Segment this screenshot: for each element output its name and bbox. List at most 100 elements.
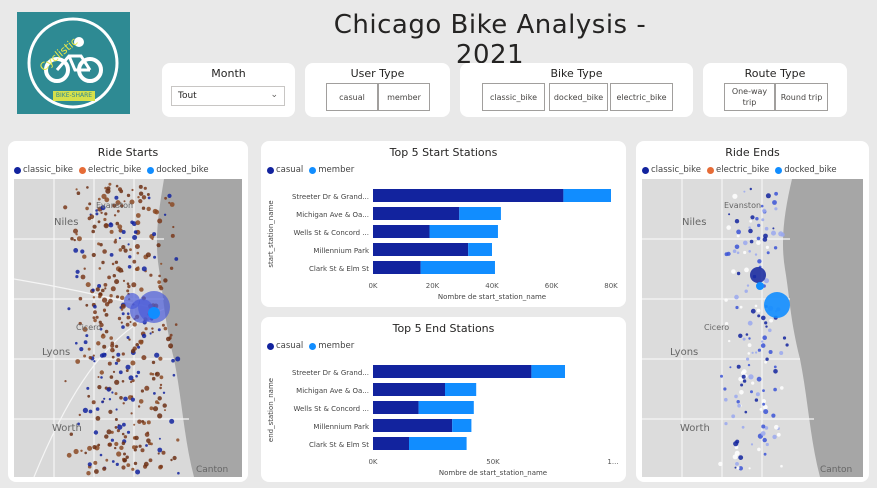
map-point [116, 451, 122, 457]
map-point [125, 369, 129, 372]
user-type-casual-chip[interactable]: casual [326, 83, 378, 111]
bar-casual[interactable] [373, 207, 460, 220]
x-tick-label: 20K [426, 282, 440, 290]
map-point [97, 376, 100, 378]
bar-casual[interactable] [373, 419, 453, 432]
map-point [114, 392, 118, 396]
map-point [104, 287, 107, 290]
bar-casual[interactable] [373, 437, 409, 450]
map-point [765, 245, 769, 249]
map-point [779, 351, 784, 355]
map-point [169, 418, 175, 424]
map-point [73, 248, 79, 253]
map-point [771, 230, 776, 236]
map-point [745, 333, 749, 336]
map-point [772, 200, 777, 205]
map-point [109, 222, 112, 225]
bar-casual[interactable] [373, 189, 564, 202]
user-type-member-chip[interactable]: member [378, 83, 430, 111]
map-point [88, 202, 92, 206]
map-point [174, 257, 179, 261]
map-point [137, 196, 140, 199]
map-point [159, 386, 162, 390]
map-point [172, 373, 176, 377]
map-point [133, 461, 138, 466]
category-label: Wells St & Concord ... [293, 405, 369, 413]
bar-casual[interactable] [373, 383, 445, 396]
map-point [169, 266, 174, 270]
bar-member[interactable] [420, 261, 495, 274]
map-point [734, 294, 739, 300]
ride-starts-map[interactable]: Evanston Niles Cicero Lyons Worth Canton [14, 179, 242, 477]
bar-casual[interactable] [373, 261, 421, 274]
map-point [126, 463, 131, 467]
top-end-stations-chart: end_station_name Streeter Dr & Grand... Mi… [267, 365, 619, 477]
bar-member[interactable] [418, 401, 474, 414]
map-point [157, 401, 160, 405]
map-point [89, 214, 95, 219]
map-point [734, 219, 740, 224]
map-point [774, 191, 778, 196]
ride-ends-map[interactable]: Evanston Niles Cicero Lyons Worth Canton [642, 179, 863, 477]
bar-casual[interactable] [373, 365, 532, 378]
map-point [143, 186, 147, 190]
route-type-round-trip-chip[interactable]: Round trip [775, 83, 828, 111]
map-point [80, 274, 86, 280]
bar-member[interactable] [459, 207, 501, 220]
bar-casual[interactable] [373, 243, 469, 256]
map-point [757, 348, 761, 352]
map-point [747, 320, 753, 326]
map-point [158, 274, 161, 278]
bike-type-slicer-title: Bike Type [550, 67, 603, 80]
map-point [177, 471, 180, 475]
map-point [122, 402, 125, 405]
map-point [739, 305, 743, 309]
bar-member[interactable] [468, 243, 492, 256]
bar-member[interactable] [429, 225, 498, 238]
map-point [780, 464, 783, 468]
map-point [724, 298, 728, 302]
route-type-one-way-chip[interactable]: One-way trip [724, 83, 775, 111]
bar-casual[interactable] [373, 401, 419, 414]
map-point [771, 413, 776, 418]
map-point [118, 267, 123, 273]
map-point [137, 405, 141, 408]
x-tick-label: 0K [368, 458, 377, 466]
map-point [103, 217, 107, 222]
map-point [115, 462, 119, 466]
map-point [137, 345, 141, 349]
map-point [773, 387, 777, 392]
map-point [136, 251, 140, 255]
map-point [92, 354, 95, 357]
map-point [749, 187, 752, 191]
bike-type-classic-chip[interactable]: classic_bike [482, 83, 545, 111]
map-point [163, 213, 167, 216]
bike-type-electric-chip[interactable]: electric_bike [610, 83, 673, 111]
bar-member[interactable] [409, 437, 467, 450]
bar-member[interactable] [563, 189, 611, 202]
map-point [94, 469, 99, 474]
map-point [749, 239, 754, 244]
map-point [75, 233, 78, 236]
map-point [133, 423, 136, 426]
map-point [736, 400, 740, 404]
map-point [101, 400, 104, 404]
bar-member[interactable] [452, 419, 472, 432]
map-label-lyons: Lyons [670, 347, 699, 358]
map-point [164, 409, 166, 412]
legend-dot-docked [775, 166, 783, 174]
map-point [111, 262, 115, 266]
map-point [747, 363, 751, 367]
bar-casual[interactable] [373, 225, 430, 238]
map-point [132, 445, 136, 450]
map-point [128, 338, 131, 341]
month-dropdown[interactable]: Tout ⌄ [171, 86, 285, 106]
bike-type-docked-chip[interactable]: docked_bike [549, 83, 608, 111]
map-point [114, 279, 120, 285]
bar-member[interactable] [445, 383, 477, 396]
ride-starts-title: Ride Starts [97, 146, 159, 159]
map-point [159, 383, 163, 387]
bar-member[interactable] [531, 365, 565, 378]
map-point [146, 438, 151, 444]
map-point [132, 259, 137, 264]
